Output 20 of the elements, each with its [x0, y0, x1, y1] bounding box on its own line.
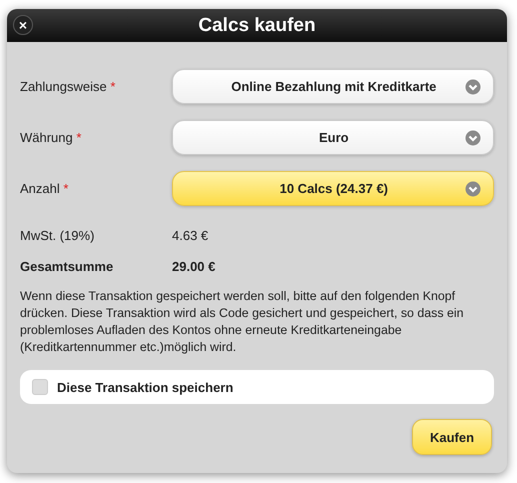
dialog-title: Calcs kaufen — [198, 14, 316, 36]
checkbox-row[interactable]: Diese Transaktion speichern — [20, 370, 494, 404]
chevron-down-icon — [465, 78, 481, 94]
checkbox[interactable] — [32, 379, 48, 395]
select-field[interactable]: 10 Calcs (24.37 €) — [172, 171, 494, 206]
checkbox-label: Diese Transaktion speichern — [57, 380, 234, 394]
summary-value: 4.63 € — [172, 228, 208, 243]
info-text: Wenn diese Transaktion gespeichert werden soll, bitte auf den folgenden Knopf drücken. Diese Transaktion wird als Code gesichert und gespeichert, so dass ein problemloses Aufladen des Kontos ohne erneute Kreditkarteneingabe (Kreditkartennummer etc.)möglich wird. — [20, 288, 465, 356]
select-field[interactable]: Euro — [172, 120, 494, 155]
select-field[interactable]: Online Bezahlung mit Kreditkarte — [172, 69, 494, 104]
field-label: Zahlungsweise * — [20, 78, 116, 94]
field-label: Anzahl * — [20, 180, 70, 196]
close-button[interactable]: × — [13, 15, 33, 35]
buy-button[interactable]: Kaufen — [412, 419, 492, 455]
chevron-down-icon — [465, 180, 481, 196]
summary-label: Gesamtsumme — [20, 259, 114, 274]
summary-value: 29.00 € — [172, 259, 216, 274]
chevron-down-icon — [465, 130, 481, 146]
field-label: Währung * — [20, 129, 82, 145]
summary-label: MwSt. (19%) — [20, 228, 96, 243]
